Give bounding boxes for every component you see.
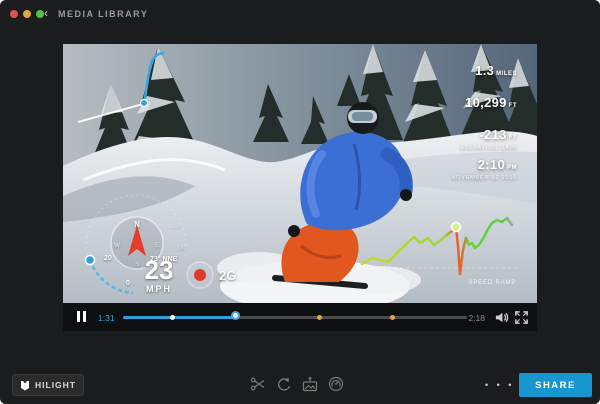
distance-value: 1.3: [475, 63, 494, 78]
gforce-dot: [194, 269, 206, 281]
clock-unit: PM: [507, 165, 517, 171]
stat-elevation-gain: -213FT ELEVATION GAIN: [461, 126, 517, 151]
trim-scissors-icon[interactable]: [250, 376, 266, 392]
titlebar: ‹ MEDIA LIBRARY: [0, 0, 600, 28]
seek-bar-progress: [123, 316, 237, 319]
scale-20: 20: [104, 255, 112, 262]
hilight-button[interactable]: HILIGHT: [12, 374, 84, 396]
date-label: NOVEMBER 12 2016: [451, 175, 517, 181]
speed-unit: MPH: [146, 284, 172, 294]
minimize-window-button[interactable]: [23, 10, 31, 18]
share-button-label: SHARE: [535, 380, 576, 391]
speed-compass-gauge: N W E S 20 0 120 140 23° NNE 23 MPH 2G: [71, 172, 301, 300]
seek-marker-dot[interactable]: [170, 315, 175, 320]
close-window-button[interactable]: [10, 10, 18, 18]
scale-120: 120: [171, 224, 182, 230]
speed-graph: SPEED RAMP: [358, 204, 523, 299]
fullscreen-icon[interactable]: [514, 310, 529, 325]
rotate-icon[interactable]: [276, 376, 292, 392]
stat-time: 2:10PM NOVEMBER 12 2016: [451, 156, 517, 181]
elevation-unit: FT: [509, 135, 517, 141]
playback-control-bar: 1:31 2:18: [63, 303, 537, 331]
speed-value: 23: [145, 255, 174, 285]
volume-icon[interactable]: [494, 310, 509, 325]
distance-unit: MILES: [496, 71, 517, 77]
compass-west: W: [114, 243, 120, 249]
speed-graph-label: SPEED RAMP: [469, 280, 516, 286]
speed-graph-line: [362, 218, 512, 274]
hilight-tag-icon: [20, 380, 30, 391]
scale-140: 140: [177, 246, 188, 252]
stat-distance: 1.3MILES: [475, 62, 517, 80]
gforce-value: 2G: [219, 268, 236, 283]
gauges-overlay-icon[interactable]: [328, 376, 344, 392]
speed-graph-marker: [452, 223, 461, 232]
share-button[interactable]: SHARE: [519, 373, 592, 397]
video-viewport[interactable]: 1.3MILES 10,299FT -213FT ELEVATION GAIN …: [63, 44, 537, 303]
stat-altitude: 10,299FT: [465, 94, 517, 112]
compass-south: S: [135, 262, 139, 268]
scale-0: 0: [126, 280, 130, 287]
duration-time: 2:18: [468, 313, 485, 323]
elevation-label: ELEVATION GAIN: [461, 145, 517, 151]
altitude-unit: FT: [509, 103, 517, 109]
bottom-toolbar: HILIGHT: [0, 331, 600, 404]
altitude-value: 10,299: [465, 95, 507, 110]
app-window: ‹ MEDIA LIBRARY: [0, 0, 600, 404]
edit-tools: [250, 376, 344, 392]
compass-east: E: [155, 243, 159, 249]
zoom-window-button[interactable]: [36, 10, 44, 18]
clock-value: 2:10: [478, 157, 505, 172]
pause-button[interactable]: [77, 311, 87, 322]
current-time: 1:31: [98, 313, 115, 323]
media-library-title[interactable]: MEDIA LIBRARY: [58, 9, 148, 19]
back-chevron-icon[interactable]: ‹: [44, 7, 48, 19]
hilight-marker-1[interactable]: [317, 315, 322, 320]
frame-grab-icon[interactable]: [302, 376, 318, 392]
playhead-handle[interactable]: [231, 311, 240, 320]
seek-bar[interactable]: [123, 316, 467, 319]
speed-arc-marker: [86, 256, 95, 265]
traffic-lights: [10, 10, 44, 18]
elevation-value: -213: [479, 127, 506, 142]
hilight-button-label: HILIGHT: [35, 380, 76, 390]
hilight-marker-2[interactable]: [390, 315, 395, 320]
more-options-button[interactable]: • • •: [485, 380, 514, 390]
